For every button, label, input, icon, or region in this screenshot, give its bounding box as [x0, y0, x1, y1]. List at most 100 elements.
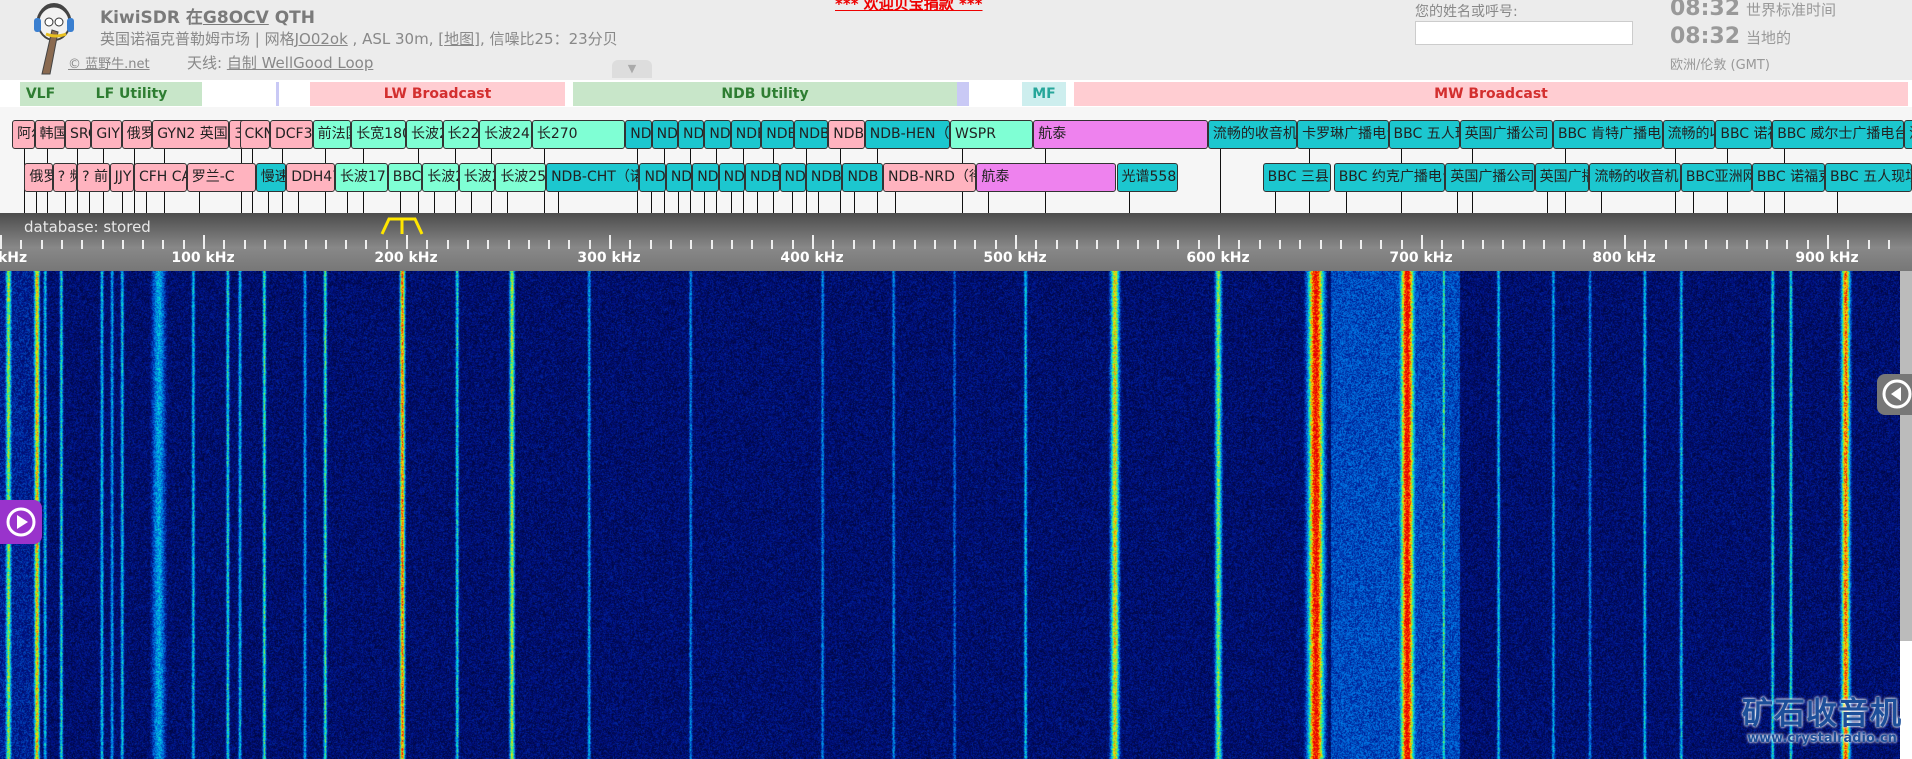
scale-tick [771, 240, 773, 249]
station-label[interactable]: 流 [1904, 120, 1912, 149]
scale-tick [20, 240, 22, 249]
station-label[interactable]: NDB [806, 163, 843, 192]
station-label[interactable]: ND [678, 120, 704, 149]
station-label[interactable]: 流畅的收 [1663, 120, 1716, 149]
station-label[interactable]: 长波2 [459, 163, 496, 192]
station-label[interactable]: ND [780, 163, 806, 192]
station-label[interactable]: 长270 [532, 120, 625, 149]
station-label[interactable]: 长22 [443, 120, 480, 149]
band-ndb-utility[interactable]: NDB Utility [573, 82, 957, 106]
station-label[interactable]: DCF3 [270, 120, 313, 149]
scale-tick [1218, 235, 1220, 249]
station-label[interactable]: NDI [652, 120, 678, 149]
station-label[interactable]: ND [704, 120, 730, 149]
station-label[interactable]: BBC 五人现场 [1825, 163, 1912, 192]
station-label[interactable]: 俄罗 [24, 163, 52, 192]
name-callsign-input[interactable] [1415, 21, 1633, 45]
station-label[interactable]: NDB- [745, 163, 780, 192]
station-label[interactable]: 航泰 [1033, 120, 1208, 149]
station-label[interactable]: BBC 三县 [1263, 163, 1331, 192]
station-label[interactable]: 罗兰-C [187, 163, 256, 192]
station-label[interactable]: 韩国 [35, 120, 65, 149]
scale-tick [1868, 240, 1870, 249]
station-label[interactable]: 航泰 [976, 163, 1116, 192]
station-label[interactable]: NDB [842, 163, 883, 192]
station-label[interactable]: 长波2 [422, 163, 459, 192]
scale-label: kHz [0, 250, 27, 266]
station-label[interactable]: NDB-NRD（待 [883, 163, 976, 192]
station-label[interactable]: 英国广播 [1535, 163, 1590, 192]
station-label[interactable]: 前法国 [313, 120, 352, 149]
station-label[interactable]: ND [625, 120, 651, 149]
scrollbar[interactable] [1900, 271, 1912, 641]
band-vlf[interactable]: VLF [20, 82, 61, 106]
station-label[interactable]: BBC 五人现 [1389, 120, 1460, 149]
scale-label: 300 kHz [577, 250, 640, 266]
map-link[interactable]: 地图 [444, 30, 474, 48]
station-label[interactable]: 光谱558 [1117, 163, 1178, 192]
station-label[interactable]: 英国广播公司 [1460, 120, 1553, 149]
station-label[interactable]: ND [719, 163, 745, 192]
station-marker-line [400, 192, 401, 213]
station-label[interactable]: ND [692, 163, 718, 192]
station-label[interactable]: BBC 威尔士广播电台 [1772, 120, 1904, 149]
station-label[interactable]: BBC 约克广播电台 [1334, 163, 1446, 192]
station-label[interactable]: BBC亚洲网 [1681, 163, 1752, 192]
station-label[interactable]: BBC 诺福克 [1752, 163, 1825, 192]
station-label[interactable]: NDB-HEN（ [865, 120, 950, 149]
callsign-link[interactable]: G8OCV [203, 8, 269, 28]
station-label[interactable]: NDB [731, 120, 761, 149]
station-label[interactable]: GIY [91, 120, 121, 149]
frequency-scale[interactable]: database: stored kHz 100 kHz 200 kHz 300 kH… [0, 213, 1912, 271]
triangle-down-icon[interactable]: ▼ [612, 60, 652, 78]
station-label[interactable]: NDB [761, 120, 793, 149]
station-label[interactable]: DDH47 [286, 163, 335, 192]
station-label[interactable]: SRC [65, 120, 91, 149]
station-label[interactable]: ? 频 [53, 163, 77, 192]
station-label[interactable]: 阿尔 [12, 120, 34, 149]
station-label[interactable]: BBC 诺福 [1715, 120, 1772, 149]
station-label[interactable]: 卡罗琳广播电台 [1297, 120, 1388, 149]
station-label[interactable]: BBC 肯特广播电台 [1553, 120, 1663, 149]
passband-marker[interactable] [379, 215, 425, 235]
scale-tick [1360, 240, 1362, 249]
donate-link[interactable]: *** 欢迎贝宝捐款 *** [835, 0, 983, 14]
station-marker-line [1601, 192, 1602, 213]
station-label[interactable]: 俄罗 [122, 120, 152, 149]
station-label[interactable]: BBC [388, 163, 423, 192]
station-label[interactable]: 慢速 [256, 163, 286, 192]
copyright-link[interactable]: © 蓝野牛.net [68, 53, 150, 72]
band-lf-utility[interactable]: LF Utility [61, 82, 202, 106]
band-mf[interactable]: MF [1022, 82, 1066, 106]
scale-tick [203, 235, 205, 249]
station-label[interactable]: NDB [794, 120, 829, 149]
chevron-left-circle-icon[interactable] [1877, 374, 1912, 415]
station-label[interactable]: 英国广播公司 [1445, 163, 1534, 192]
station-label[interactable]: ? 前 [77, 163, 109, 192]
band-mw-broadcast[interactable]: MW Broadcast [1074, 82, 1908, 106]
band-lw-broadcast[interactable]: LW Broadcast [310, 82, 565, 106]
station-label[interactable]: 长宽180 [351, 120, 406, 149]
station-label[interactable]: CFH CA [134, 163, 187, 192]
station-label[interactable]: WSPR [950, 120, 1033, 149]
station-marker-line [1220, 149, 1221, 213]
station-label[interactable]: 流畅的收音机 [1589, 163, 1680, 192]
band-marker[interactable] [276, 82, 279, 106]
station-label[interactable]: ND [666, 163, 692, 192]
play-circle-icon[interactable] [0, 500, 42, 544]
station-label[interactable]: NDB-CHT（诺 [546, 163, 639, 192]
station-label[interactable]: 长波171 [335, 163, 388, 192]
station-label[interactable]: 长波25 [495, 163, 546, 192]
station-label[interactable]: ND [639, 163, 665, 192]
station-label[interactable]: NDB [828, 120, 865, 149]
waterfall[interactable] [0, 271, 1900, 759]
station-label[interactable]: GYN2 英国 [152, 120, 229, 149]
station-label[interactable]: 长波2 [406, 120, 443, 149]
band-marker[interactable] [957, 82, 969, 106]
antenna-link[interactable]: 自制 WellGood Loop [227, 54, 374, 72]
station-label[interactable]: 流畅的收音机 [1208, 120, 1297, 149]
station-label[interactable]: CKN [240, 120, 270, 149]
grid-link[interactable]: JO02ok [295, 30, 348, 48]
station-label[interactable]: 长波243 [479, 120, 532, 149]
station-label[interactable]: JJY [110, 163, 134, 192]
